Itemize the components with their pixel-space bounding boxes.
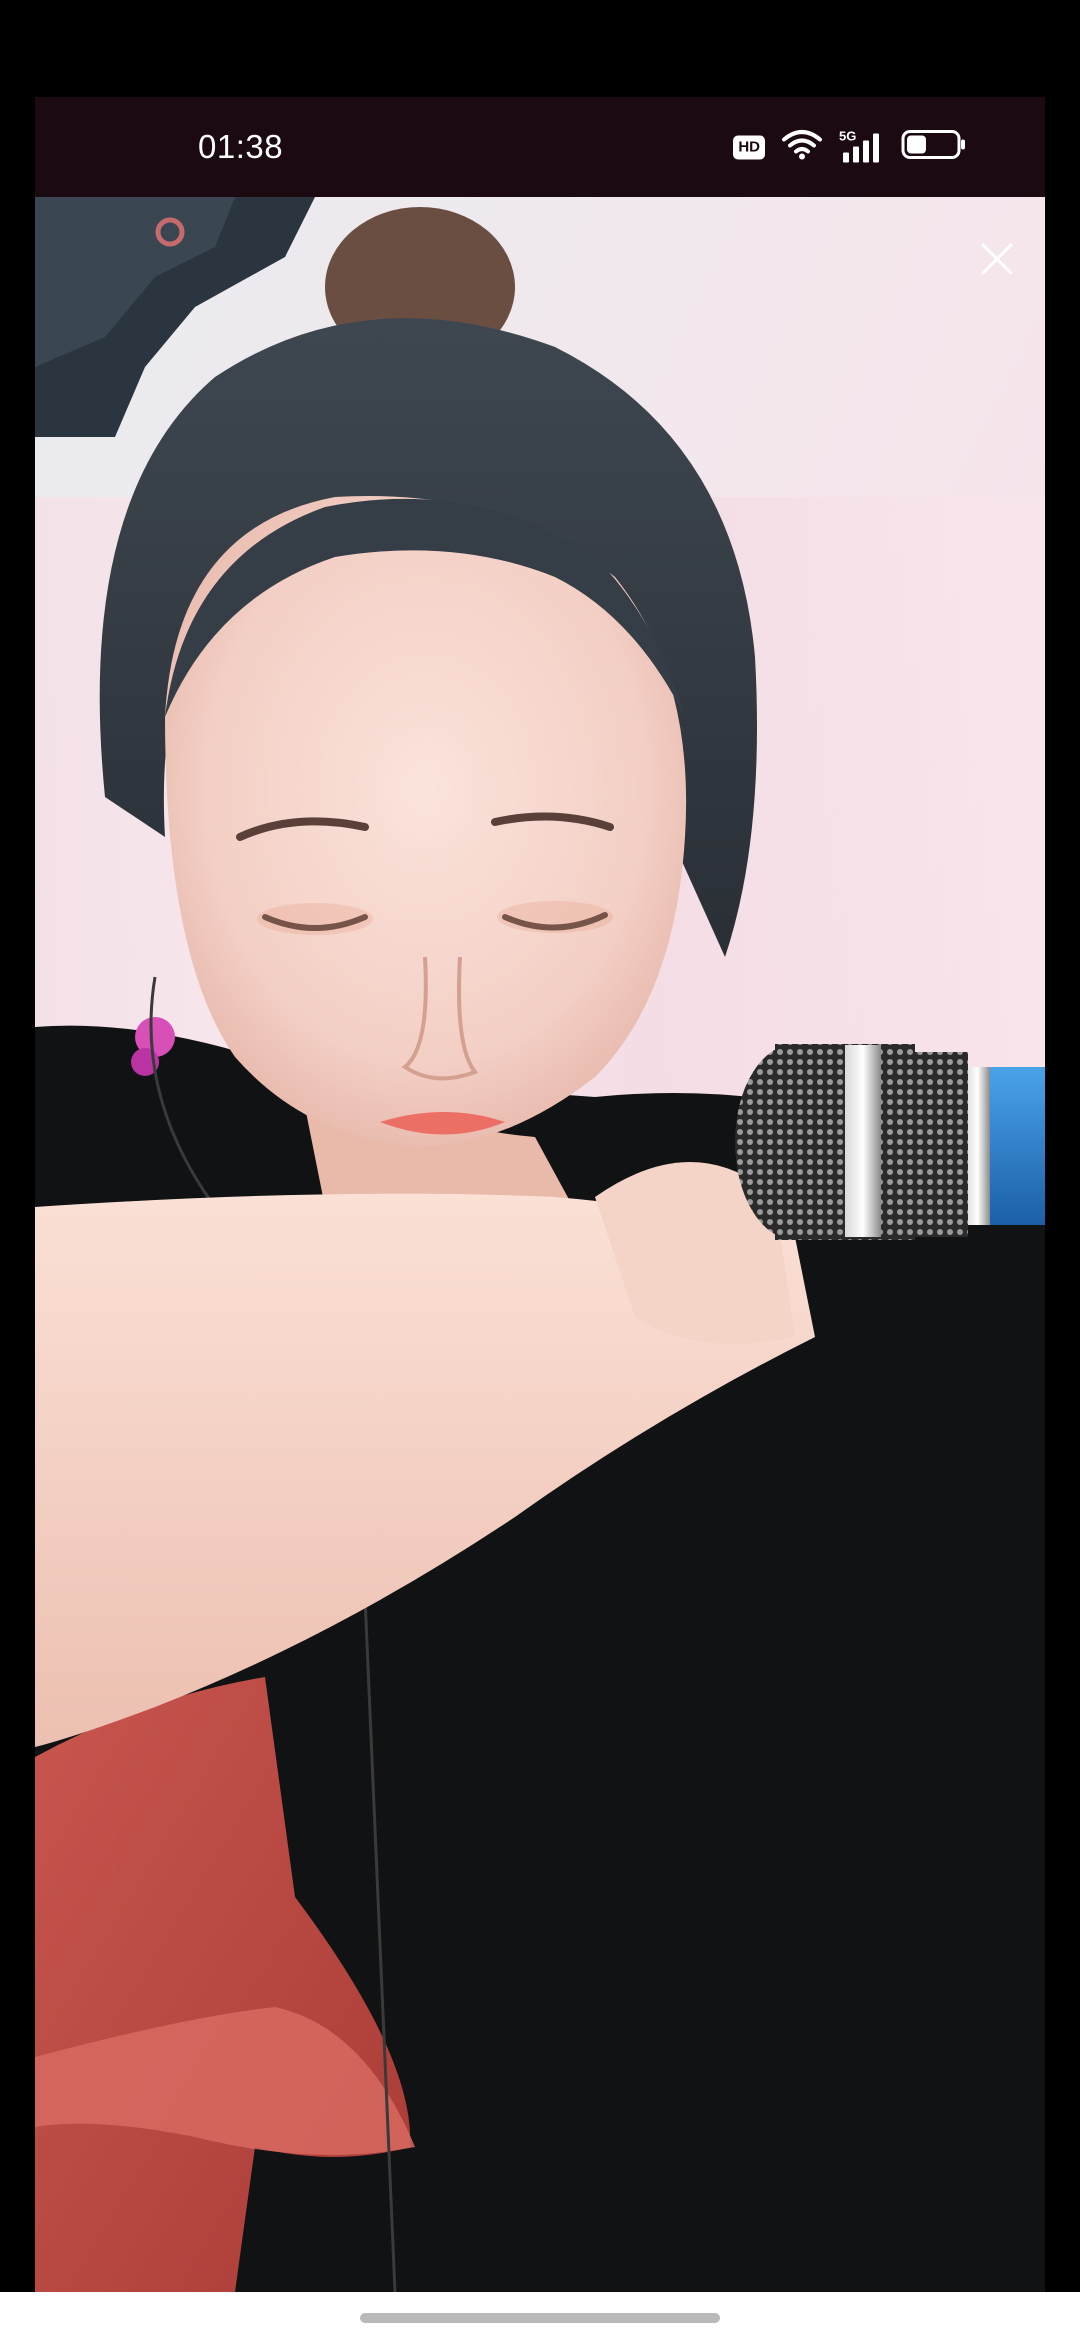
cellular-signal-icon: 5G	[839, 128, 885, 164]
microphone	[735, 1044, 1045, 1240]
status-icons: HD 5G	[733, 128, 967, 167]
home-indicator[interactable]	[360, 2313, 720, 2323]
close-button[interactable]	[977, 239, 1017, 279]
battery-icon	[901, 129, 967, 166]
status-bar: 01:38 HD 5G	[35, 97, 1045, 197]
top-letterbox	[0, 0, 1080, 97]
close-icon	[981, 243, 1013, 275]
navigation-bar	[0, 2292, 1080, 2340]
hd-badge: HD	[733, 135, 765, 159]
live-video[interactable]	[35, 197, 1045, 2292]
video-frame	[35, 197, 1045, 2292]
phone-screen: 01:38 HD 5G	[35, 97, 1045, 2292]
wifi-icon	[781, 128, 823, 167]
status-time: 01:38	[198, 128, 284, 165]
